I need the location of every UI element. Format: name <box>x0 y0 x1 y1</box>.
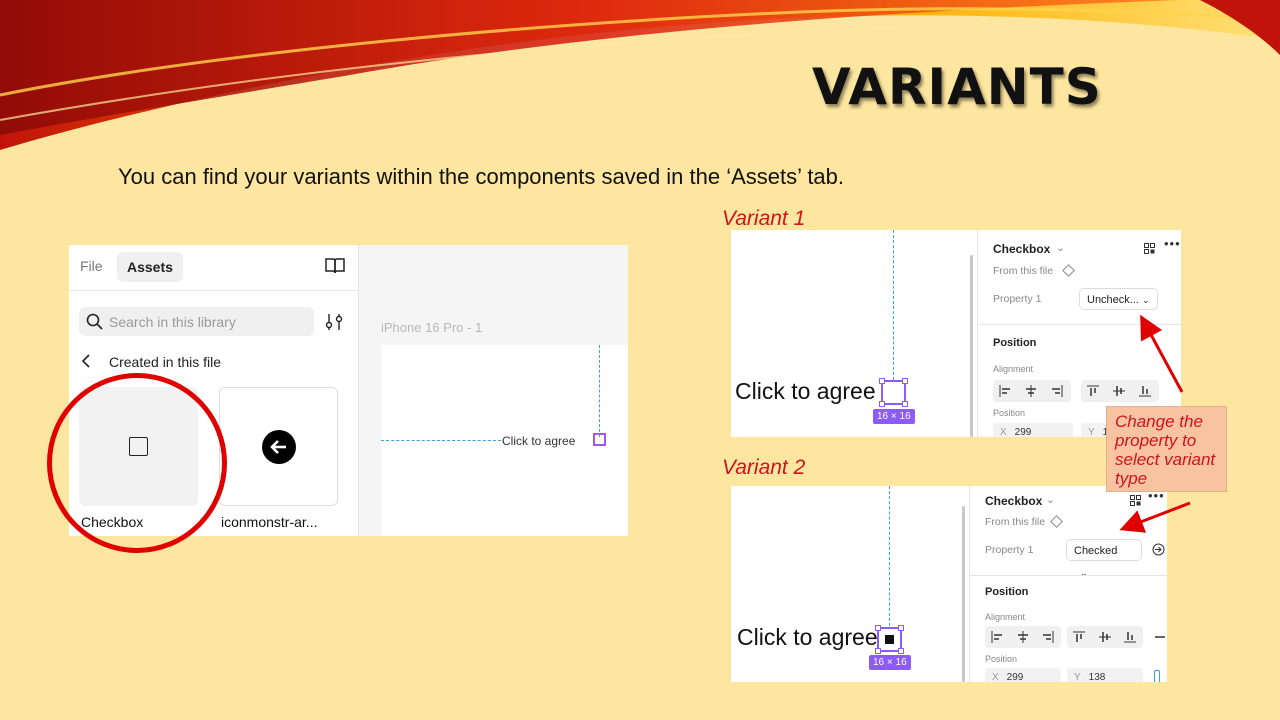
chevron-down-icon: ⌄ <box>1142 295 1150 305</box>
property-value: Uncheck... <box>1087 294 1139 306</box>
more-icon[interactable]: ••• <box>1164 236 1181 251</box>
checkbox-selection[interactable] <box>879 378 908 407</box>
chevron-down-icon[interactable]: ⌄ <box>1046 494 1055 506</box>
align-left-icon[interactable] <box>999 385 1011 397</box>
component-tile-arrow[interactable] <box>219 387 338 506</box>
source-label: From this file <box>993 265 1054 277</box>
tab-file[interactable]: File <box>80 258 103 274</box>
align-top-icon[interactable] <box>1073 631 1085 643</box>
x-value: 299 <box>1006 672 1024 682</box>
section-heading: Position <box>993 337 1037 349</box>
position-label: Position <box>985 654 1018 664</box>
x-label: X <box>992 672 999 682</box>
x-field[interactable]: X 299 <box>993 423 1073 437</box>
arrow-left-circle-icon <box>262 430 296 464</box>
align-bottom-icon[interactable] <box>1124 631 1136 643</box>
constraint-icon[interactable] <box>1154 670 1160 682</box>
vertical-align-group[interactable] <box>1067 626 1143 648</box>
source-label: From this file <box>985 516 1046 528</box>
component-name: Checkbox <box>985 494 1043 508</box>
x-value: 299 <box>1014 427 1032 437</box>
align-middle-icon[interactable] <box>1113 385 1125 397</box>
size-badge: 16 × 16 <box>869 655 911 670</box>
variant2-caption: Variant 2 <box>722 456 806 479</box>
align-right-icon[interactable] <box>1042 631 1054 643</box>
component-label: iconmonstr-ar... <box>221 514 318 530</box>
scrollbar[interactable] <box>970 255 973 437</box>
search-input[interactable]: Search in this library <box>79 307 314 336</box>
position-label: Position <box>993 408 1026 418</box>
size-badge: 16 × 16 <box>873 409 915 424</box>
align-center-icon[interactable] <box>1017 631 1029 643</box>
section-heading: Position <box>985 586 1029 598</box>
grid-icon[interactable] <box>1130 495 1141 506</box>
search-icon <box>86 313 103 330</box>
align-top-icon[interactable] <box>1087 385 1099 397</box>
panel-tabs: File Assets <box>69 245 359 291</box>
property-select[interactable]: Uncheck... ⌄ <box>1079 288 1158 310</box>
divider <box>978 324 1181 325</box>
property-select[interactable]: Checked ⌄ <box>1066 539 1142 578</box>
property-value: Checked <box>1074 545 1118 557</box>
highlight-circle <box>47 373 227 553</box>
align-center-icon[interactable] <box>1025 385 1037 397</box>
checkbox-selection[interactable] <box>875 625 904 654</box>
align-left-icon[interactable] <box>991 631 1003 643</box>
x-label: X <box>1000 427 1007 437</box>
y-label: Y <box>1074 672 1081 682</box>
component-diamond-icon <box>1050 515 1063 528</box>
divider <box>970 575 1167 576</box>
canvas-frame: Click to agree <box>381 345 628 536</box>
slide-title: VARIANTS <box>812 58 1102 116</box>
property-label: Property 1 <box>985 544 1034 556</box>
y-label: Y <box>1088 427 1095 437</box>
guide-line <box>893 230 894 380</box>
canvas-text: Click to agree <box>737 624 878 650</box>
checked-fill <box>885 635 894 644</box>
canvas-text: Click to agree <box>502 434 576 448</box>
detach-icon[interactable] <box>1152 543 1165 556</box>
frame-label: iPhone 16 Pro - 1 <box>381 320 483 335</box>
callout-note: Change the property to select variant ty… <box>1106 406 1227 492</box>
scrollbar[interactable] <box>962 506 965 682</box>
guide-line <box>599 345 600 437</box>
guide-line <box>381 440 501 441</box>
component-name: Checkbox <box>993 242 1051 256</box>
alignment-label: Alignment <box>985 612 1026 622</box>
book-icon[interactable] <box>324 257 346 275</box>
sliders-icon[interactable] <box>325 313 343 331</box>
align-right-icon[interactable] <box>1051 385 1063 397</box>
horizontal-align-group[interactable] <box>985 626 1061 648</box>
grid-icon[interactable] <box>1144 243 1155 254</box>
alignment-label: Alignment <box>993 364 1034 374</box>
checkbox-instance[interactable] <box>593 433 606 446</box>
component-diamond-icon <box>1062 264 1075 277</box>
guide-line <box>889 486 890 626</box>
chevron-left-icon[interactable] <box>79 353 93 369</box>
variant1-caption: Variant 1 <box>722 207 806 230</box>
section-label: Created in this file <box>109 354 222 370</box>
search-placeholder: Search in this library <box>109 314 236 330</box>
property-label: Property 1 <box>993 293 1042 305</box>
vertical-align-group[interactable] <box>1081 380 1159 402</box>
y-value: 138 <box>1088 672 1106 682</box>
chevron-down-icon: ⌄ <box>1080 568 1088 578</box>
canvas-text: Click to agree <box>735 378 876 404</box>
properties-panel: Checkbox ⌄ ••• From this file Property 1… <box>969 486 1167 682</box>
chevron-down-icon[interactable]: ⌄ <box>1056 242 1065 254</box>
distribute-icon[interactable] <box>1153 631 1165 643</box>
x-field[interactable]: X 299 <box>985 668 1061 682</box>
align-middle-icon[interactable] <box>1099 631 1111 643</box>
tab-assets[interactable]: Assets <box>117 252 183 282</box>
variant2-screenshot: Click to agree 16 × 16 Checkbox ⌄ ••• Fr… <box>731 486 1167 682</box>
y-field[interactable]: Y 138 <box>1067 668 1143 682</box>
align-bottom-icon[interactable] <box>1139 385 1151 397</box>
slide-subtitle: You can find your variants within the co… <box>118 164 845 189</box>
horizontal-align-group[interactable] <box>993 380 1071 402</box>
